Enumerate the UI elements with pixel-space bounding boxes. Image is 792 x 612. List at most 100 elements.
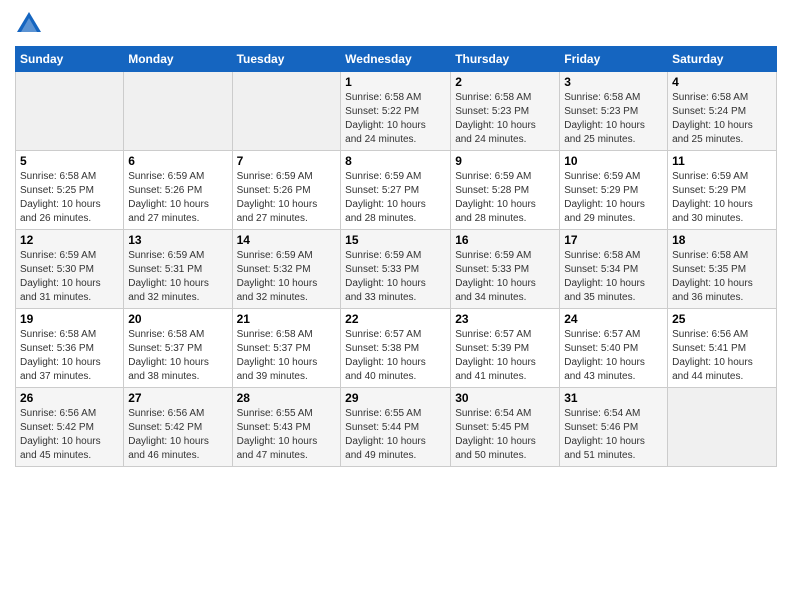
day-info: Sunrise: 6:58 AM Sunset: 5:23 PM Dayligh… bbox=[455, 91, 555, 147]
calendar-cell: 2 Sunrise: 6:58 AM Sunset: 5:23 PM Daylig… bbox=[451, 72, 560, 151]
calendar-cell bbox=[124, 72, 232, 151]
day-number: 7 bbox=[237, 154, 337, 168]
calendar-cell: 26 Sunrise: 6:56 AM Sunset: 5:42 PM Dayli… bbox=[16, 388, 124, 467]
calendar-cell: 12Sunrise: 6:59 AM Sunset: 5:30 PM Dayli… bbox=[16, 230, 124, 309]
header-friday: Friday bbox=[560, 47, 668, 72]
calendar-week-2: 5Sunrise: 6:58 AM Sunset: 5:25 PM Daylig… bbox=[16, 151, 777, 230]
calendar-cell: 9Sunrise: 6:59 AM Sunset: 5:28 PM Daylig… bbox=[451, 151, 560, 230]
day-info: Sunrise: 6:59 AM Sunset: 5:29 PM Dayligh… bbox=[564, 170, 663, 226]
day-number: 1 bbox=[345, 75, 446, 89]
day-number: 13 bbox=[128, 233, 227, 247]
calendar-cell: 20 Sunrise: 6:58 AM Sunset: 5:37 PM Dayli… bbox=[124, 309, 232, 388]
day-info: Sunrise: 6:59 AM Sunset: 5:32 PM Dayligh… bbox=[237, 249, 337, 305]
day-info: Sunrise: 6:56 AM Sunset: 5:42 PM Dayligh… bbox=[20, 407, 119, 463]
calendar-cell: 16Sunrise: 6:59 AM Sunset: 5:33 PM Dayli… bbox=[451, 230, 560, 309]
day-number: 2 bbox=[455, 75, 555, 89]
calendar-cell: 19 Sunrise: 6:58 AM Sunset: 5:36 PM Dayli… bbox=[16, 309, 124, 388]
header-wednesday: Wednesday bbox=[341, 47, 451, 72]
day-number: 29 bbox=[345, 391, 446, 405]
calendar-cell: 14 Sunrise: 6:59 AM Sunset: 5:32 PM Dayli… bbox=[232, 230, 341, 309]
day-number: 8 bbox=[345, 154, 446, 168]
day-info: Sunrise: 6:59 AM Sunset: 5:26 PM Dayligh… bbox=[128, 170, 227, 226]
logo bbox=[15, 10, 45, 38]
day-number: 18 bbox=[672, 233, 772, 247]
calendar-cell: 21 Sunrise: 6:58 AM Sunset: 5:37 PM Dayli… bbox=[232, 309, 341, 388]
day-number: 28 bbox=[237, 391, 337, 405]
day-info: Sunrise: 6:59 AM Sunset: 5:30 PM Dayligh… bbox=[20, 249, 119, 305]
day-info: Sunrise: 6:56 AM Sunset: 5:42 PM Dayligh… bbox=[128, 407, 227, 463]
day-number: 27 bbox=[128, 391, 227, 405]
calendar-table: Sunday Monday Tuesday Wednesday Thursday… bbox=[15, 46, 777, 467]
calendar-cell bbox=[16, 72, 124, 151]
day-info: Sunrise: 6:54 AM Sunset: 5:46 PM Dayligh… bbox=[564, 407, 663, 463]
header-sunday: Sunday bbox=[16, 47, 124, 72]
calendar-body: 1 Sunrise: 6:58 AM Sunset: 5:22 PM Daylig… bbox=[16, 72, 777, 467]
day-info: Sunrise: 6:59 AM Sunset: 5:27 PM Dayligh… bbox=[345, 170, 446, 226]
day-info: Sunrise: 6:58 AM Sunset: 5:25 PM Dayligh… bbox=[20, 170, 119, 226]
day-info: Sunrise: 6:57 AM Sunset: 5:39 PM Dayligh… bbox=[455, 328, 555, 384]
calendar-cell: 18 Sunrise: 6:58 AM Sunset: 5:35 PM Dayli… bbox=[668, 230, 777, 309]
day-info: Sunrise: 6:58 AM Sunset: 5:37 PM Dayligh… bbox=[128, 328, 227, 384]
day-info: Sunrise: 6:58 AM Sunset: 5:36 PM Dayligh… bbox=[20, 328, 119, 384]
calendar-week-4: 19 Sunrise: 6:58 AM Sunset: 5:36 PM Dayli… bbox=[16, 309, 777, 388]
day-number: 26 bbox=[20, 391, 119, 405]
calendar-cell: 30 Sunrise: 6:54 AM Sunset: 5:45 PM Dayli… bbox=[451, 388, 560, 467]
day-number: 30 bbox=[455, 391, 555, 405]
day-number: 4 bbox=[672, 75, 772, 89]
calendar-week-5: 26 Sunrise: 6:56 AM Sunset: 5:42 PM Dayli… bbox=[16, 388, 777, 467]
day-number: 19 bbox=[20, 312, 119, 326]
calendar-cell: 31 Sunrise: 6:54 AM Sunset: 5:46 PM Dayli… bbox=[560, 388, 668, 467]
calendar-week-1: 1 Sunrise: 6:58 AM Sunset: 5:22 PM Daylig… bbox=[16, 72, 777, 151]
page-container: Sunday Monday Tuesday Wednesday Thursday… bbox=[0, 0, 792, 477]
day-number: 22 bbox=[345, 312, 446, 326]
day-info: Sunrise: 6:58 AM Sunset: 5:22 PM Dayligh… bbox=[345, 91, 446, 147]
calendar-cell: 6 Sunrise: 6:59 AM Sunset: 5:26 PM Daylig… bbox=[124, 151, 232, 230]
calendar-cell: 10 Sunrise: 6:59 AM Sunset: 5:29 PM Dayli… bbox=[560, 151, 668, 230]
calendar-cell: 3Sunrise: 6:58 AM Sunset: 5:23 PM Daylig… bbox=[560, 72, 668, 151]
day-number: 21 bbox=[237, 312, 337, 326]
day-number: 17 bbox=[564, 233, 663, 247]
day-info: Sunrise: 6:58 AM Sunset: 5:35 PM Dayligh… bbox=[672, 249, 772, 305]
day-number: 6 bbox=[128, 154, 227, 168]
day-number: 9 bbox=[455, 154, 555, 168]
logo-icon bbox=[15, 10, 43, 38]
day-number: 23 bbox=[455, 312, 555, 326]
calendar-cell: 23 Sunrise: 6:57 AM Sunset: 5:39 PM Dayli… bbox=[451, 309, 560, 388]
calendar-cell: 4 Sunrise: 6:58 AM Sunset: 5:24 PM Daylig… bbox=[668, 72, 777, 151]
day-number: 25 bbox=[672, 312, 772, 326]
header bbox=[15, 10, 777, 38]
calendar-cell: 24 Sunrise: 6:57 AM Sunset: 5:40 PM Dayli… bbox=[560, 309, 668, 388]
day-info: Sunrise: 6:55 AM Sunset: 5:43 PM Dayligh… bbox=[237, 407, 337, 463]
calendar-cell: 1 Sunrise: 6:58 AM Sunset: 5:22 PM Daylig… bbox=[341, 72, 451, 151]
day-info: Sunrise: 6:59 AM Sunset: 5:26 PM Dayligh… bbox=[237, 170, 337, 226]
header-thursday: Thursday bbox=[451, 47, 560, 72]
day-info: Sunrise: 6:58 AM Sunset: 5:24 PM Dayligh… bbox=[672, 91, 772, 147]
calendar-cell: 28 Sunrise: 6:55 AM Sunset: 5:43 PM Dayli… bbox=[232, 388, 341, 467]
calendar-cell: 15Sunrise: 6:59 AM Sunset: 5:33 PM Dayli… bbox=[341, 230, 451, 309]
day-info: Sunrise: 6:57 AM Sunset: 5:40 PM Dayligh… bbox=[564, 328, 663, 384]
day-info: Sunrise: 6:55 AM Sunset: 5:44 PM Dayligh… bbox=[345, 407, 446, 463]
day-number: 11 bbox=[672, 154, 772, 168]
day-info: Sunrise: 6:56 AM Sunset: 5:41 PM Dayligh… bbox=[672, 328, 772, 384]
calendar-cell: 17Sunrise: 6:58 AM Sunset: 5:34 PM Dayli… bbox=[560, 230, 668, 309]
calendar-cell: 7 Sunrise: 6:59 AM Sunset: 5:26 PM Daylig… bbox=[232, 151, 341, 230]
calendar-cell: 22Sunrise: 6:57 AM Sunset: 5:38 PM Dayli… bbox=[341, 309, 451, 388]
day-number: 10 bbox=[564, 154, 663, 168]
day-number: 15 bbox=[345, 233, 446, 247]
day-number: 14 bbox=[237, 233, 337, 247]
day-number: 31 bbox=[564, 391, 663, 405]
calendar-cell bbox=[232, 72, 341, 151]
day-info: Sunrise: 6:59 AM Sunset: 5:29 PM Dayligh… bbox=[672, 170, 772, 226]
day-info: Sunrise: 6:59 AM Sunset: 5:33 PM Dayligh… bbox=[455, 249, 555, 305]
day-number: 20 bbox=[128, 312, 227, 326]
day-info: Sunrise: 6:54 AM Sunset: 5:45 PM Dayligh… bbox=[455, 407, 555, 463]
day-number: 24 bbox=[564, 312, 663, 326]
header-tuesday: Tuesday bbox=[232, 47, 341, 72]
header-monday: Monday bbox=[124, 47, 232, 72]
calendar-week-3: 12Sunrise: 6:59 AM Sunset: 5:30 PM Dayli… bbox=[16, 230, 777, 309]
calendar-cell: 13Sunrise: 6:59 AM Sunset: 5:31 PM Dayli… bbox=[124, 230, 232, 309]
weekday-header-row: Sunday Monday Tuesday Wednesday Thursday… bbox=[16, 47, 777, 72]
day-number: 3 bbox=[564, 75, 663, 89]
calendar-cell: 29 Sunrise: 6:55 AM Sunset: 5:44 PM Dayli… bbox=[341, 388, 451, 467]
day-info: Sunrise: 6:58 AM Sunset: 5:37 PM Dayligh… bbox=[237, 328, 337, 384]
